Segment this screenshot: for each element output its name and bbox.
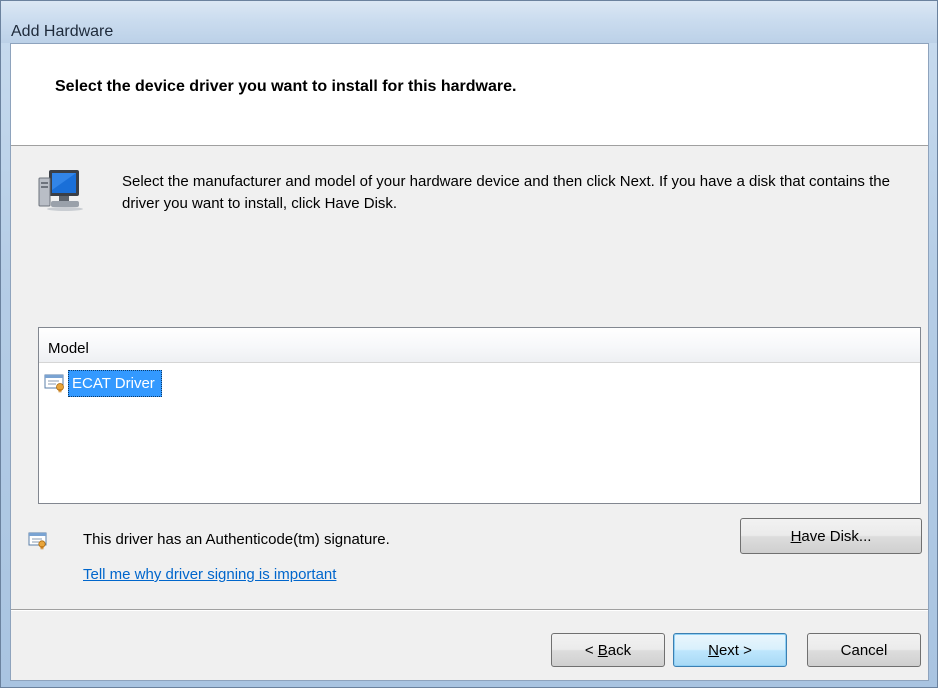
- computer-icon: [38, 170, 83, 211]
- footer-separator: [11, 609, 928, 611]
- back-label: ack: [607, 641, 632, 659]
- next-button[interactable]: Next >: [673, 633, 787, 667]
- cancel-label: Cancel: [840, 641, 888, 659]
- have-disk-accel: H: [790, 527, 802, 545]
- driver-certificate-icon: [44, 374, 64, 393]
- window-title: Add Hardware: [11, 23, 114, 40]
- wizard-header: Select the device driver you want to ins…: [11, 44, 928, 146]
- back-accel: B: [597, 641, 608, 659]
- model-listbox[interactable]: Model ECAT Driver: [38, 327, 921, 504]
- signature-status-text: This driver has an Authenticode(tm) sign…: [83, 531, 390, 548]
- driver-signing-link[interactable]: Tell me why driver signing is important: [83, 566, 336, 583]
- next-label: ext >: [718, 641, 752, 659]
- have-disk-label: ave Disk...: [801, 527, 872, 545]
- have-disk-button[interactable]: Have Disk...: [740, 518, 922, 554]
- add-hardware-window: Add Hardware Select the device driver yo…: [0, 0, 938, 688]
- title-bar[interactable]: Add Hardware: [1, 1, 937, 43]
- back-button[interactable]: < Back: [551, 633, 665, 667]
- instruction-text: Select the manufacturer and model of you…: [122, 173, 890, 212]
- certificate-icon: [28, 532, 47, 550]
- list-item[interactable]: ECAT Driver: [44, 369, 162, 397]
- model-item-label: ECAT Driver: [68, 369, 162, 397]
- next-accel: N: [708, 641, 719, 659]
- dialog-client-area: Select the device driver you want to ins…: [10, 43, 929, 681]
- model-column-header[interactable]: Model: [39, 328, 920, 363]
- back-prefix: <: [584, 641, 598, 659]
- cancel-button[interactable]: Cancel: [807, 633, 921, 667]
- page-title: Select the device driver you want to ins…: [55, 78, 517, 95]
- model-column-label: Model: [48, 340, 89, 357]
